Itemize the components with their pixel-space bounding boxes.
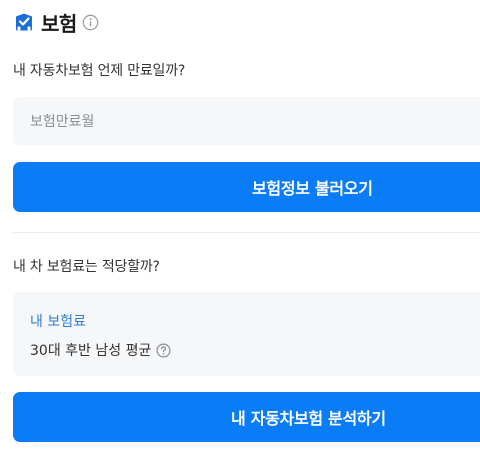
premium-card[interactable]: 내 보험료 30대 후반 남성 평균 (13, 292, 480, 376)
premium-question: 내 차 보험료는 적당할까? (13, 259, 160, 275)
expiry-month-input[interactable]: 보험만료월 (13, 97, 480, 145)
section-title: 보험 (41, 11, 77, 36)
question-circle-icon[interactable] (156, 342, 171, 358)
my-premium-label[interactable]: 내 보험료 (30, 311, 86, 331)
premium-comparison-text: 30대 후반 남성 평균 (30, 343, 152, 359)
info-icon[interactable] (82, 14, 99, 31)
section-header: 보험 (13, 8, 99, 36)
load-insurance-info-button[interactable]: 보험정보 불러오기 (13, 162, 480, 212)
car-insurance-check-icon (13, 11, 35, 33)
load-insurance-info-label: 보험정보 불러오기 (252, 179, 373, 198)
analyze-insurance-label: 내 자동차보험 분석하기 (231, 409, 386, 428)
analyze-insurance-button[interactable]: 내 자동차보험 분석하기 (13, 392, 480, 442)
premium-comparison: 30대 후반 남성 평균 (30, 340, 171, 360)
divider (13, 232, 480, 233)
expiry-question: 내 자동차보험 언제 만료일까? (13, 63, 186, 79)
